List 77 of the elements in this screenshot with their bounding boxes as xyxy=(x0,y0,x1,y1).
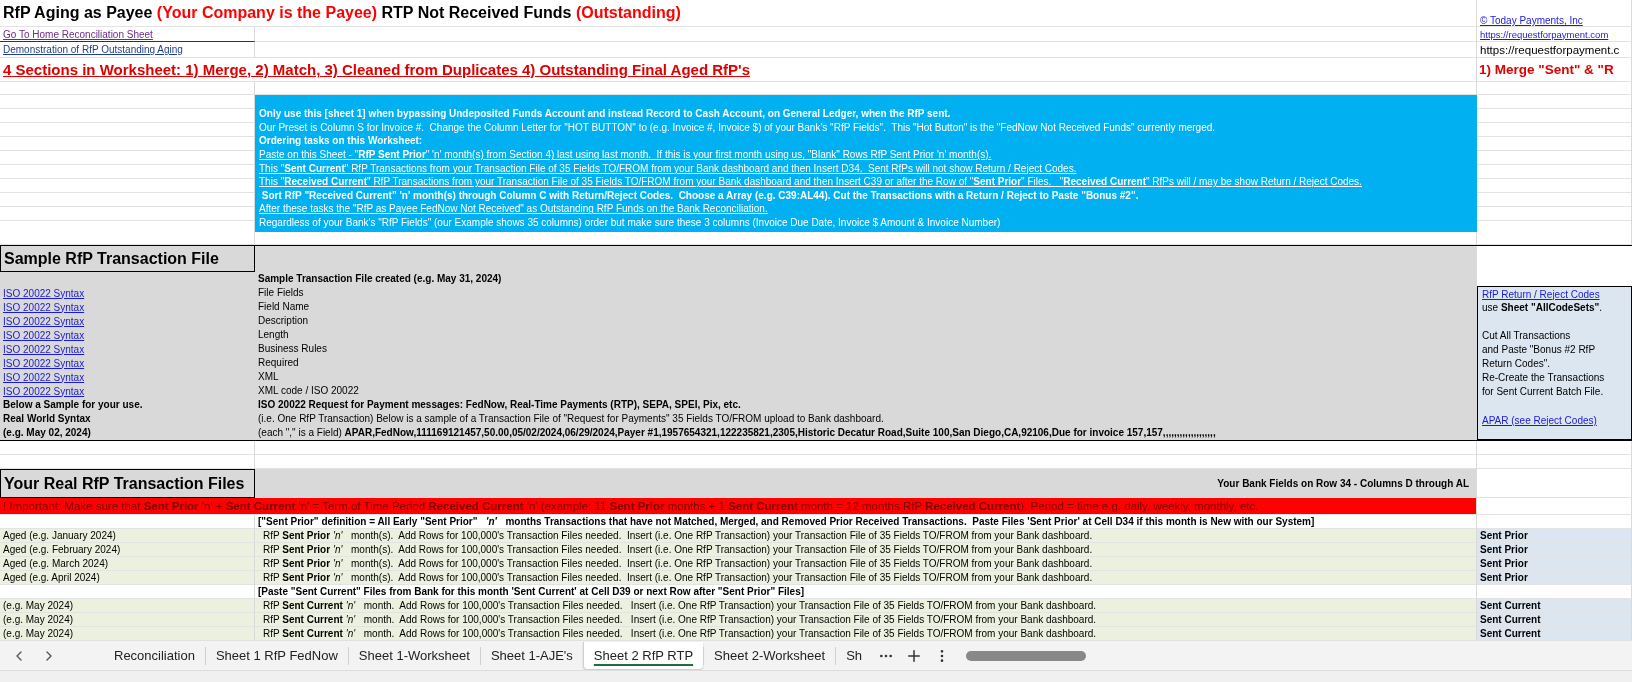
status-tag: Sent Prior xyxy=(1477,543,1632,557)
panel-text: for Sent Current Batch File. xyxy=(1482,386,1604,398)
sheet-tab[interactable]: Sheet 2 RfP RTP xyxy=(582,642,704,669)
link[interactable]: APAR (see Reject Codes) xyxy=(1482,414,1597,426)
row-label: Aged (e.g. January 2024) xyxy=(0,529,255,543)
row-label: (e.g. May 2024) xyxy=(0,613,255,627)
table-cell: RfP Sent Current 'n' month. Add Rows for 100,000's Transaction Files needed. Insert (i.e. One RfP Transaction) your Transaction File of 35 Fields TO/FROM from your Bank dashboard. xyxy=(255,627,1477,640)
cell-text: Required xyxy=(258,357,299,369)
warning-text: ! Important: Make sure that Sent Prior 'n' + Sent Current 'n' = Term of Time Period Received Current 'n' (example: 11 Sent Prior months + 1 Sent Current month = 12 months RfP Received Current). Period = time e.g. daily, weekly, monthly, etc. xyxy=(0,498,1477,515)
syntax-link[interactable]: ISO 20022 Syntax xyxy=(3,371,85,383)
status-tag: Sent Prior xyxy=(1477,557,1632,571)
row-label: Aged (e.g. March 2024) xyxy=(0,557,255,571)
sheet-tab[interactable]: Sh xyxy=(835,646,873,665)
sheet-tab[interactable]: Reconciliation xyxy=(104,646,205,665)
row-label: Below a Sample for your use. xyxy=(3,399,143,411)
demo-link[interactable]: Demonstration of RfP Outstanding Aging xyxy=(3,44,183,55)
section-title: Your Real RfP Transaction Files xyxy=(0,469,255,498)
instruction-text: Our Preset is Column S for Invoice #. Change the Column Letter for "HOT BUTTON" to (e.g. Invoice #, Invoice $) of your Bank's "RfP Fields". This "Hot Button" is the "FedNow Not Received Funds" currently merged. xyxy=(259,121,1216,133)
status-tag: Sent Current xyxy=(1477,599,1632,613)
row-label: (e.g. May 02, 2024) xyxy=(3,427,91,439)
cell-text: (i.e. One RfP Transaction) Below is a sample of a Transaction File of "Request for Payments" 35 Fields TO/FROM upload to Bank dashboard. xyxy=(258,413,884,425)
panel-text: use Sheet "AllCodeSets". xyxy=(1482,302,1603,314)
instruction-text: Regardless of your Bank's "RfP Fields" (our Example shows 35 columns) order but make sure these 3 columns (Invoice Due Date, Invoice $ Amount & Invoice Number) xyxy=(259,217,1001,229)
table-cell: RfP Sent Prior 'n' month(s). Add Rows for 100,000's Transaction Files needed. Insert (i.e. One RfP Transaction) your Transaction File of 35 Fields TO/FROM from your Bank dashboard. xyxy=(255,571,1477,585)
syntax-link[interactable]: ISO 20022 Syntax xyxy=(3,385,85,397)
sheet-tab[interactable]: Sheet 1 RfP FedNow xyxy=(204,646,348,665)
status-tag: Sent Current xyxy=(1477,613,1632,627)
cell-text: File Fields xyxy=(258,287,304,299)
row-label: Real World Syntax xyxy=(3,413,91,425)
merge-heading: 1) Merge "Sent" & "R xyxy=(1477,58,1632,82)
sheet-tab[interactable]: Sheet 2-Worksheet xyxy=(703,646,836,665)
row-label: Aged (e.g. February 2024) xyxy=(0,543,255,557)
cell-text: XML xyxy=(258,371,279,383)
table-cell: RfP Sent Current 'n' month. Add Rows for 100,000's Transaction Files needed. Insert (i.e. One RfP Transaction) your Transaction File of 35 Fields TO/FROM from your Bank dashboard. xyxy=(255,599,1477,613)
syntax-link[interactable]: ISO 20022 Syntax xyxy=(3,329,85,341)
instruction-text: Sort RfP "Received Current" 'n' month(s) through Column C with Return/Reject Codes. Choose a Array (e.g. C39:AL44). Cut the Transactions with a Return / Reject to Paste "Bonus #2". xyxy=(260,189,1139,201)
row-label: Aged (e.g. April 2024) xyxy=(0,571,255,585)
link[interactable]: RfP Return / Reject Codes xyxy=(1482,288,1600,300)
table-cell: RfP Sent Current 'n' month. Add Rows for 100,000's Transaction Files needed. Insert (i.e. One RfP Transaction) your Transaction File of 35 Fields TO/FROM from your Bank dashboard. xyxy=(255,613,1477,627)
cell-text: Sample Transaction File created (e.g. May 31, 2024) xyxy=(258,273,502,285)
status-tag: Sent Current xyxy=(1477,627,1632,640)
cell-text: ISO 20022 Request for Payment messages: FedNow, Real-Time Payments (RTP), SEPA, SPEI, Pix, etc. xyxy=(258,399,741,411)
table-cell: RfP Sent Prior 'n' month(s). Add Rows for 100,000's Transaction Files needed. Insert (i.e. One RfP Transaction) your Transaction File of 35 Fields TO/FROM from your Bank dashboard. xyxy=(255,543,1477,557)
cell-text: XML code / ISO 20022 xyxy=(258,385,359,397)
sheet-title: RfP Aging as Payee (Your Company is the Payee) RTP Not Received Funds (Outstanding) xyxy=(3,3,681,23)
cell-text: (each "," is a Field) APAR,FedNow,111169121457,50.00,05/02/2024,06/29/2024,Payer #1,1957654321,122235821,2305,Historic Decatur Road,Suite 100,San Diego,CA,92106,Due for invoice 157,157,,,,,,,,,,,,,,,,,,, xyxy=(258,427,1216,439)
syntax-link[interactable]: ISO 20022 Syntax xyxy=(3,301,85,313)
section-note: Your Bank Fields on Row 34 - Columns D through AL xyxy=(1217,478,1470,489)
row-label: (e.g. May 2024) xyxy=(0,599,255,613)
status-tag: Sent Prior xyxy=(1477,529,1632,543)
syntax-link[interactable]: ISO 20022 Syntax xyxy=(3,357,85,369)
sections-heading: 4 Sections in Worksheet: 1) Merge, 2) Match, 3) Cleaned from Duplicates 4) Outstanding Final Aged RfP's xyxy=(3,61,751,78)
website-link[interactable]: https://requestforpayment.com xyxy=(1480,28,1609,40)
syntax-link[interactable]: ISO 20022 Syntax xyxy=(3,287,85,299)
panel-text: Cut All Transactions xyxy=(1482,330,1571,342)
table-cell: RfP Sent Prior 'n' month(s). Add Rows for 100,000's Transaction Files needed. Insert (i.e. One RfP Transaction) your Transaction File of 35 Fields TO/FROM from your Bank dashboard. xyxy=(255,529,1477,543)
section-title: Sample RfP Transaction File xyxy=(0,246,255,272)
syntax-link[interactable]: ISO 20022 Syntax xyxy=(3,343,85,355)
panel-text: Return Codes". xyxy=(1482,358,1551,370)
sheet-tab[interactable]: Sheet 1-AJE's xyxy=(479,646,583,665)
table-cell: RfP Sent Prior 'n' month(s). Add Rows for 100,000's Transaction Files needed. Insert (i.e. One RfP Transaction) your Transaction File of 35 Fields TO/FROM from your Bank dashboard. xyxy=(255,557,1477,571)
horizontal-scrollbar[interactable] xyxy=(966,650,1087,661)
website-text: https://requestforpayment.c xyxy=(1477,42,1632,58)
cell-text: Business Rules xyxy=(258,343,327,355)
copyright-link[interactable]: © Today Payments, Inc xyxy=(1480,15,1583,26)
syntax-link[interactable]: ISO 20022 Syntax xyxy=(3,315,85,327)
instruction-text: Only use this [sheet 1] when bypassing Undeposited Funds Account and instead Record to Cash Account, on General Ledger, when the RfP sent. xyxy=(259,108,951,120)
panel-text: Re-Create the Transactions xyxy=(1482,372,1605,384)
status-tag: Sent Prior xyxy=(1477,571,1632,585)
panel-text: and Paste "Bonus #2 RfP xyxy=(1482,344,1596,356)
cell-text: Description xyxy=(258,315,309,327)
sheet-tab[interactable]: Sheet 1-Worksheet xyxy=(347,646,480,665)
home-link[interactable]: Go To Home Reconciliation Sheet xyxy=(3,28,153,40)
cell-text: Length xyxy=(258,329,289,341)
cell-text: Field Name xyxy=(258,301,310,313)
row-label: (e.g. May 2024) xyxy=(0,627,255,640)
instruction-text: Ordering tasks on this Worksheet: xyxy=(259,135,423,147)
